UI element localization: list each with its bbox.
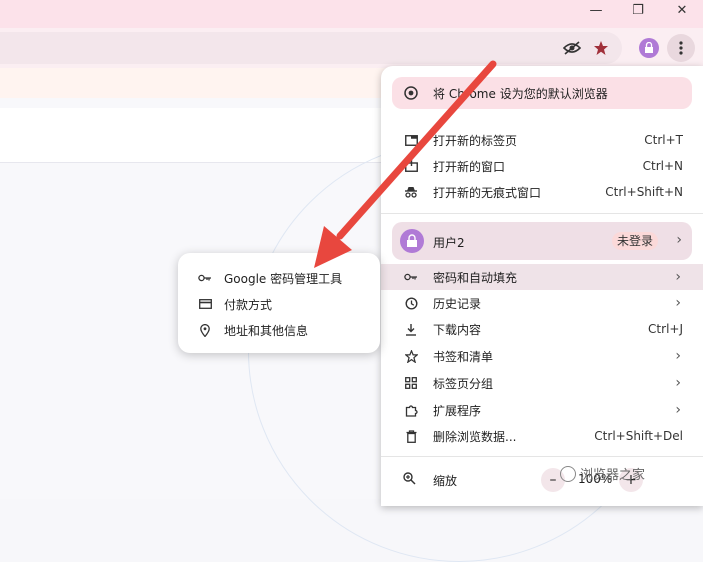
menu-item-new-tab[interactable]: 打开新的标签页 Ctrl+T [381, 127, 703, 153]
minimize-icon: — [589, 2, 603, 18]
close-button[interactable]: ✕ [662, 0, 702, 20]
page-card [0, 108, 400, 163]
profile-avatar-large [400, 229, 424, 253]
passwords-label: 密码和自动填充 [433, 270, 518, 285]
new-tab-shortcut: Ctrl+T [644, 133, 683, 147]
chrome-main-menu: 将 Chrome 设为您的默认浏览器 打开新的标签页 Ctrl+T 打开新的窗口… [381, 66, 703, 506]
key-icon [403, 269, 419, 285]
chevron-right-icon: › [675, 402, 681, 418]
location-pin-icon [198, 323, 212, 337]
incognito-icon [403, 184, 419, 200]
incognito-label: 打开新的无痕式窗口 [433, 185, 542, 200]
menu-divider [381, 213, 703, 214]
chevron-right-icon: › [675, 269, 681, 285]
new-tab-icon [403, 132, 419, 148]
menu-item-clear-data[interactable]: 删除浏览数据... Ctrl+Shift+Del [381, 423, 703, 449]
submenu-label: 付款方式 [224, 298, 273, 312]
star-outline-icon [403, 348, 419, 364]
watermark: 浏览器之家 [560, 464, 645, 483]
passwords-submenu: Google 密码管理工具 付款方式 地址和其他信息 [178, 253, 380, 353]
extensions-label: 扩展程序 [433, 403, 482, 418]
download-icon [403, 321, 419, 337]
submenu-label: Google 密码管理工具 [224, 272, 343, 286]
new-tab-label: 打开新的标签页 [433, 133, 518, 148]
menu-item-tab-groups[interactable]: 标签页分组 › [381, 370, 703, 396]
zoom-row: 缩放 – 100% + [381, 466, 703, 494]
profile-row[interactable]: 用户2 未登录 › [392, 222, 692, 260]
clear-data-shortcut: Ctrl+Shift+Del [594, 429, 683, 443]
maximize-icon: ❐ [632, 2, 644, 18]
submenu-item-addresses[interactable]: 地址和其他信息 [178, 317, 380, 343]
set-default-browser-button[interactable]: 将 Chrome 设为您的默认浏览器 [392, 77, 692, 109]
minus-icon: – [549, 472, 557, 488]
kebab-menu-button[interactable] [667, 34, 695, 62]
history-icon [403, 295, 419, 311]
new-window-shortcut: Ctrl+N [642, 159, 683, 173]
zoom-icon [403, 472, 416, 488]
key-icon [198, 271, 212, 285]
submenu-label: 地址和其他信息 [224, 324, 309, 338]
submenu-item-payment-methods[interactable]: 付款方式 [178, 291, 380, 317]
zoom-label: 缩放 [433, 474, 458, 488]
menu-item-history[interactable]: 历史记录 › [381, 290, 703, 316]
new-window-icon [403, 158, 419, 174]
watermark-icon [560, 465, 576, 482]
menu-item-passwords-autofill[interactable]: 密码和自动填充 › [381, 264, 703, 290]
downloads-shortcut: Ctrl+J [648, 322, 683, 336]
minimize-button[interactable]: — [576, 0, 616, 20]
incognito-shortcut: Ctrl+Shift+N [605, 185, 683, 199]
menu-item-new-window[interactable]: 打开新的窗口 Ctrl+N [381, 153, 703, 179]
profile-avatar[interactable] [639, 38, 659, 58]
menu-item-bookmarks[interactable]: 书签和清单 › [381, 343, 703, 369]
submenu-item-google-password-manager[interactable]: Google 密码管理工具 [178, 265, 380, 291]
eye-off-icon[interactable] [562, 38, 582, 58]
chevron-right-icon: › [675, 375, 681, 391]
kebab-icon [679, 41, 683, 55]
menu-item-incognito[interactable]: 打开新的无痕式窗口 Ctrl+Shift+N [381, 179, 703, 205]
menu-item-extensions[interactable]: 扩展程序 › [381, 397, 703, 423]
bookmark-star-icon[interactable] [591, 38, 611, 58]
title-bar: — ❐ ✕ [0, 0, 703, 28]
chevron-right-icon: › [675, 348, 681, 364]
tab-groups-icon [403, 375, 419, 391]
tab-groups-label: 标签页分组 [433, 376, 494, 391]
close-icon: ✕ [676, 2, 688, 18]
address-bar[interactable] [0, 32, 622, 64]
menu-item-downloads[interactable]: 下载内容 Ctrl+J [381, 316, 703, 342]
chrome-icon [403, 85, 419, 101]
downloads-label: 下载内容 [433, 322, 482, 337]
maximize-button[interactable]: ❐ [618, 0, 658, 20]
bookmarks-label: 书签和清单 [433, 349, 494, 364]
promo-label: 将 Chrome 设为您的默认浏览器 [433, 86, 608, 101]
trash-icon [403, 428, 419, 444]
history-label: 历史记录 [433, 296, 482, 311]
profile-name: 用户2 [433, 236, 465, 250]
new-window-label: 打开新的窗口 [433, 159, 506, 174]
puzzle-icon [403, 402, 419, 418]
clear-data-label: 删除浏览数据... [433, 429, 517, 444]
sign-in-status-badge: 未登录 [612, 232, 659, 250]
watermark-text: 浏览器之家 [580, 468, 646, 483]
chevron-right-icon: › [675, 295, 681, 311]
credit-card-icon [198, 297, 212, 311]
menu-divider [381, 456, 703, 457]
chevron-right-icon: › [676, 232, 682, 248]
